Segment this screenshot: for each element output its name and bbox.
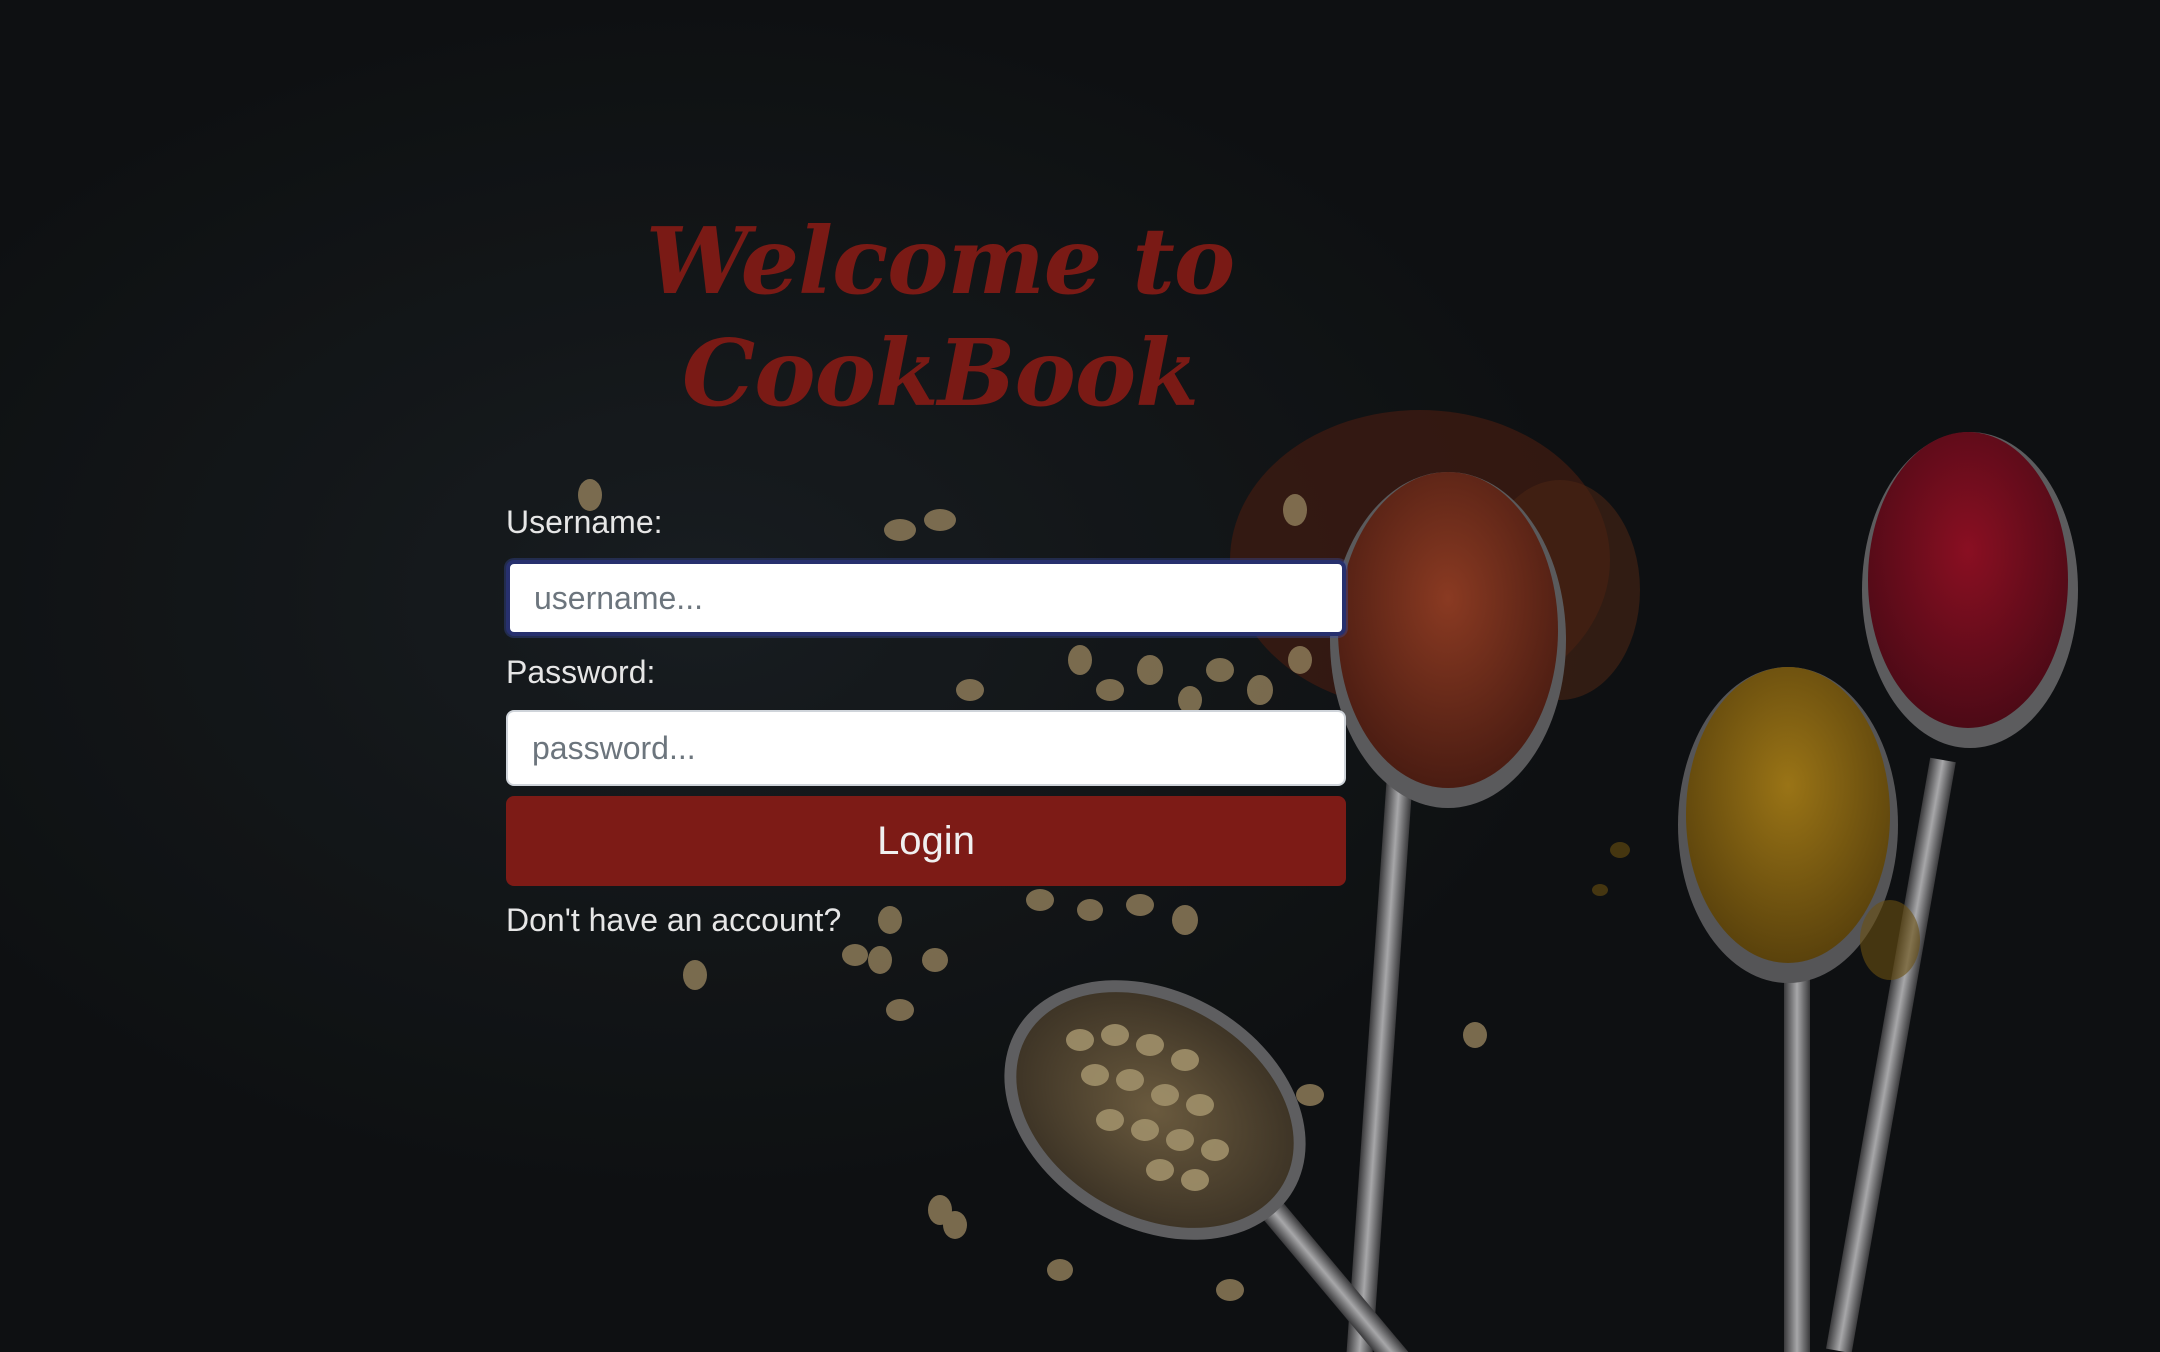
page-title: Welcome to CookBook: [620, 205, 1260, 429]
username-label: Username:: [506, 504, 663, 540]
login-form: Username: Password: Login Don't have an …: [506, 500, 1346, 942]
title-line-cookbook: CookBook: [682, 319, 1199, 427]
login-page: Welcome to CookBook Username: Password: …: [0, 0, 2160, 1352]
login-button[interactable]: Login: [506, 796, 1346, 886]
password-group: Password:: [506, 650, 1346, 786]
title-line-welcome: Welcome to: [645, 207, 1235, 315]
password-input[interactable]: [506, 710, 1346, 786]
signup-link[interactable]: Don't have an account?: [506, 898, 841, 942]
username-group: Username:: [506, 500, 1346, 636]
username-input[interactable]: [506, 560, 1346, 636]
password-label: Password:: [506, 654, 656, 690]
